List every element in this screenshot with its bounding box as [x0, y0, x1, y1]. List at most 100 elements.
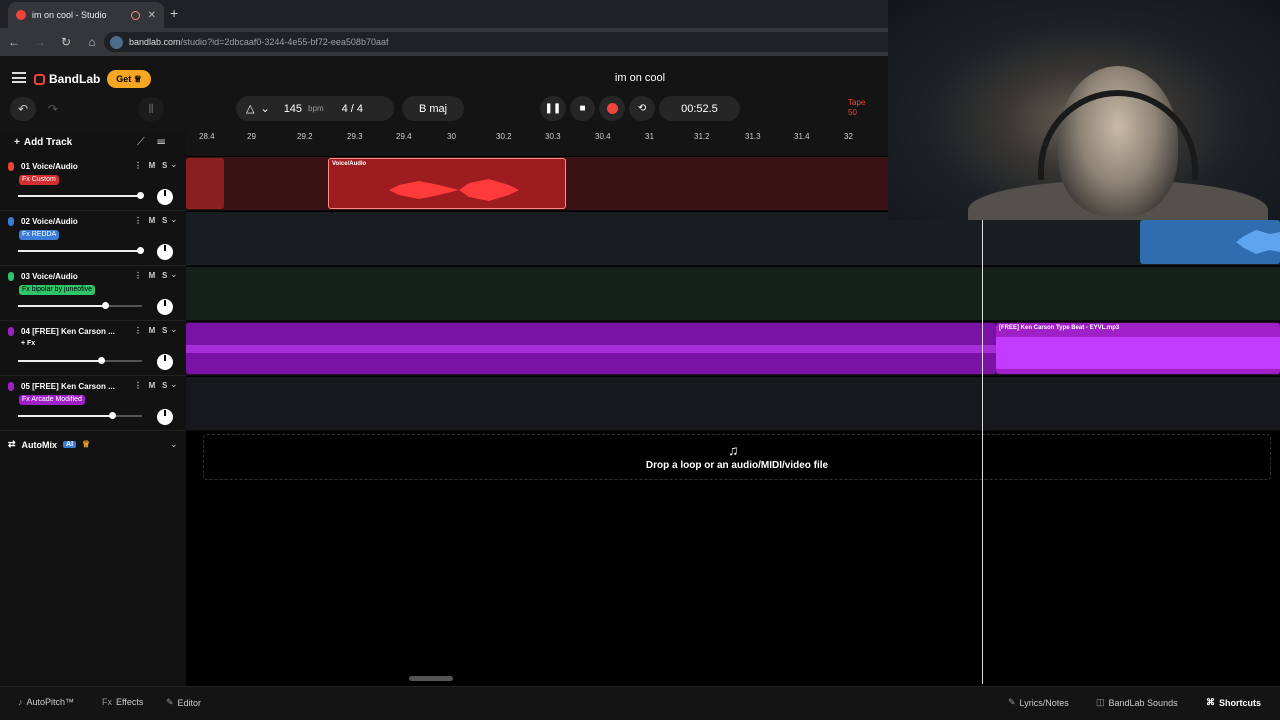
mute-button[interactable]: M [149, 271, 156, 280]
voice-audio-clip[interactable]: Voice/Audio [328, 158, 566, 209]
audio-clip[interactable] [186, 158, 224, 209]
track-menu-icon[interactable]: ⋮ M S [134, 216, 167, 225]
audio-clip[interactable] [1140, 220, 1280, 264]
volume-slider[interactable] [18, 302, 142, 309]
close-tab-icon[interactable]: ✕ [148, 10, 156, 21]
ruler-label: 30.3 [545, 132, 561, 141]
track-header-4[interactable]: 04 [FREE] Ken Carson ... ⋮ M S ⌄ + Fx [0, 322, 186, 376]
track-lane-3[interactable] [186, 267, 1280, 321]
track-header-2[interactable]: 02 Voice/Audio ⋮ M S ⌄ Fx REDDA [0, 212, 186, 266]
chevron-down-icon[interactable]: ⌄ [260, 102, 269, 115]
new-tab-button[interactable]: + [170, 5, 178, 21]
chevron-down-icon[interactable]: ⌄ [170, 159, 178, 170]
volume-slider[interactable] [18, 357, 142, 364]
horizontal-scrollbar[interactable] [409, 676, 453, 681]
track-menu-icon[interactable]: ⋮ M S [134, 161, 167, 170]
pan-knob[interactable] [157, 354, 173, 370]
fx-badge[interactable]: Fx Custom [19, 175, 59, 185]
record-button[interactable] [599, 96, 626, 121]
track-name[interactable]: 03 Voice/Audio [21, 272, 117, 281]
volume-knob[interactable] [109, 412, 116, 419]
track-name[interactable]: 01 Voice/Audio [21, 162, 117, 171]
site-info-icon[interactable] [110, 35, 123, 49]
volume-knob[interactable] [98, 357, 105, 364]
track-menu-icon[interactable]: ⋮ M S [134, 271, 167, 280]
bandlab-logo[interactable]: BandLab [34, 72, 100, 86]
mute-button[interactable]: M [149, 216, 156, 225]
mute-button[interactable]: M [149, 381, 156, 390]
loop-button[interactable]: ⟲ [629, 96, 655, 121]
redo-button[interactable]: ↷ [40, 97, 66, 121]
chevron-down-icon[interactable]: ⌄ [170, 324, 178, 335]
track-name[interactable]: 05 [FREE] Ken Carson ... [21, 382, 117, 391]
pan-knob[interactable] [157, 244, 173, 260]
address-bar[interactable]: bandlab.com /studio?id=2dbcaaf0-3244-4e5… [104, 32, 904, 52]
solo-button[interactable]: S [162, 381, 167, 390]
track-name[interactable]: 04 [FREE] Ken Carson ... [21, 327, 117, 336]
volume-slider[interactable] [18, 247, 144, 254]
playhead[interactable] [982, 220, 983, 684]
metronome-icon[interactable]: △ [246, 102, 254, 115]
stop-button[interactable]: ■ [569, 96, 596, 121]
fx-badge[interactable]: Fx Arcade Modified [19, 395, 85, 405]
mixer-settings-icon[interactable]: ☰ [157, 136, 165, 148]
track-header-3[interactable]: 03 Voice/Audio ⋮ M S ⌄ Fx bipolar by jun… [0, 267, 186, 321]
track-menu-icon[interactable]: ⋮ M S [134, 381, 167, 390]
lyrics-notes-button[interactable]: ✎ Lyrics/Notes [1008, 697, 1069, 708]
pause-button[interactable]: ❚❚ [540, 96, 566, 121]
chevron-down-icon[interactable]: ⌄ [170, 214, 178, 225]
effects-button[interactable]: Fx Effects [102, 697, 143, 707]
track-name[interactable]: 02 Voice/Audio [21, 217, 117, 226]
automix-row[interactable]: ⇄ AutoMix AI ♕ [8, 439, 90, 450]
add-fx-button[interactable]: + Fx [21, 340, 35, 347]
key-selector[interactable]: B maj [402, 96, 464, 121]
automix-chevron-icon[interactable]: ⌄ [170, 439, 178, 450]
track-header-1[interactable]: 01 Voice/Audio ⋮ M S ⌄ Fx Custom [0, 157, 186, 211]
autopitch-button[interactable]: ♪ AutoPitch™ [18, 697, 74, 707]
solo-button[interactable]: S [162, 216, 167, 225]
undo-button[interactable]: ↶ [10, 97, 36, 121]
mute-button[interactable]: M [149, 161, 156, 170]
hamburger-menu-icon[interactable] [12, 72, 26, 83]
transport-controls: ❚❚ ■ ⟲ 00:52.5 [540, 96, 740, 121]
track-lane-5[interactable] [186, 377, 1280, 431]
home-button[interactable]: ⌂ [80, 35, 104, 49]
mute-button[interactable]: M [149, 326, 156, 335]
pan-knob[interactable] [157, 409, 173, 425]
tapes-button[interactable]: Tape 50 [848, 98, 865, 118]
track-menu-icon[interactable]: ⋮ M S [134, 326, 167, 335]
ken-carson-beat-clip[interactable]: [FREE] Ken Carson Type Beat - EYVL.mp3 [996, 323, 1280, 374]
reload-button[interactable]: ↻ [54, 35, 78, 49]
get-membership-button[interactable]: Get ♕ [107, 70, 151, 88]
tempo-value[interactable]: 145 [284, 103, 302, 115]
piano-keys-button[interactable]: ⦀ [138, 97, 164, 121]
solo-button[interactable]: S [162, 161, 167, 170]
volume-knob[interactable] [102, 302, 109, 309]
volume-slider[interactable] [18, 412, 142, 419]
editor-button[interactable]: ✎ Editor [166, 697, 201, 708]
volume-knob[interactable] [137, 247, 144, 254]
forward-button[interactable]: → [28, 35, 52, 49]
add-track-button[interactable]: + Add Track [14, 137, 72, 148]
fx-badge[interactable]: Fx REDDA [19, 230, 60, 240]
chevron-down-icon[interactable]: ⌄ [170, 269, 178, 280]
back-button[interactable]: ← [2, 35, 26, 49]
solo-button[interactable]: S [162, 326, 167, 335]
automation-icon[interactable]: ⟋ [137, 136, 145, 148]
pan-knob[interactable] [157, 299, 173, 315]
volume-slider[interactable] [18, 192, 144, 199]
bandlab-sounds-button[interactable]: ◫ BandLab Sounds [1096, 697, 1178, 708]
solo-button[interactable]: S [162, 271, 167, 280]
volume-knob[interactable] [137, 192, 144, 199]
shortcuts-button[interactable]: ⌘ Shortcuts [1206, 697, 1261, 708]
fx-badge[interactable]: Fx bipolar by juneofive [19, 285, 96, 295]
audio-clip[interactable] [186, 323, 996, 374]
project-title[interactable]: im on cool [540, 72, 740, 84]
track-lane-4[interactable]: [FREE] Ken Carson Type Beat - EYVL.mp3 [186, 322, 1280, 376]
browser-tab[interactable]: im on cool - Studio ✕ [8, 2, 164, 28]
time-signature[interactable]: 4 / 4 [342, 103, 363, 115]
track-lane-2[interactable] [186, 212, 1280, 266]
pan-knob[interactable] [157, 189, 173, 205]
chevron-down-icon[interactable]: ⌄ [170, 379, 178, 390]
track-header-5[interactable]: 05 [FREE] Ken Carson ... ⋮ M S ⌄ Fx Arca… [0, 377, 186, 431]
